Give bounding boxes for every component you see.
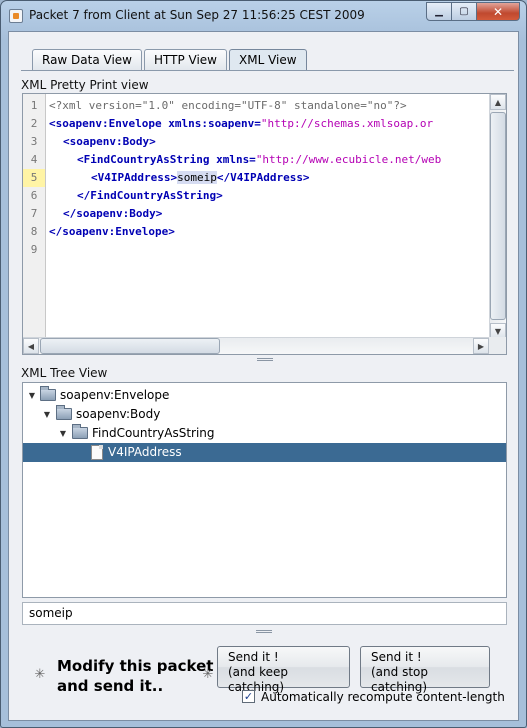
button-label-line-1: Send it ! [228, 650, 279, 664]
tree-node-body[interactable]: ▼ soapenv:Body [23, 405, 506, 424]
minimize-icon: ▁ [435, 6, 443, 17]
node-value-field[interactable]: someip [22, 602, 507, 625]
line-number: 3 [30, 135, 38, 148]
modify-line-1: Modify this packet [57, 657, 214, 675]
send-keep-catching-button[interactable]: Send it ! (and keep catching) [217, 646, 350, 694]
body-open-tag: <soapenv:Body> [63, 135, 156, 148]
line-number-gutter: 1 2 3 4 5 6 7 8 9 [23, 94, 46, 339]
tree-node-label: soapenv:Envelope [60, 388, 170, 402]
ip-close-tag: </V4IPAddress> [216, 171, 310, 184]
editor-vertical-scrollbar[interactable]: ▲ ▼ [489, 94, 506, 339]
file-icon [91, 445, 103, 460]
tab-divider [21, 70, 514, 71]
auto-recompute-label[interactable]: Automatically recompute content-length [261, 690, 505, 704]
find-country-open-tag: <FindCountryAsString xmlns= [77, 153, 256, 166]
splitter-grip-icon [256, 358, 273, 361]
line-number: 6 [30, 189, 38, 202]
bottom-splitter[interactable] [9, 629, 518, 635]
body-close-tag: </soapenv:Body> [63, 207, 163, 220]
expand-toggle-icon[interactable]: ▼ [27, 386, 37, 405]
tree-node-v4ipaddress[interactable]: V4IPAddress [23, 443, 506, 462]
auto-recompute-checkbox[interactable]: ✓ [242, 690, 255, 703]
line-number: 1 [30, 99, 38, 112]
folder-icon [72, 424, 88, 439]
xml-code-area[interactable]: <?xml version="1.0" encoding="UTF-8" sta… [47, 94, 489, 339]
tab-raw-data-view[interactable]: Raw Data View [32, 49, 142, 71]
code-line-8: </soapenv:Envelope> [49, 223, 175, 241]
find-country-namespace: "http://www.ecubicle.net/web [255, 153, 442, 166]
line-number: 8 [30, 225, 38, 238]
minimize-button[interactable]: ▁ [426, 2, 452, 21]
packet-window: Packet 7 from Client at Sun Sep 27 11:56… [0, 0, 527, 728]
tree-node-envelope[interactable]: ▼ soapenv:Envelope [23, 386, 506, 405]
scroll-up-button[interactable]: ▲ [490, 94, 506, 110]
code-line-1: <?xml version="1.0" encoding="UTF-8" sta… [49, 97, 407, 115]
line-number: 9 [30, 243, 38, 256]
code-line-3: <soapenv:Body> [63, 133, 156, 151]
code-line-6: </FindCountryAsString> [77, 187, 223, 205]
modify-line-2: and send it.. [57, 677, 164, 695]
editor-tree-splitter[interactable] [22, 357, 507, 363]
maximize-button[interactable]: ▢ [452, 2, 477, 21]
code-line-2: <soapenv:Envelope xmlns:soapenv="http://… [49, 115, 433, 133]
pretty-print-label: XML Pretty Print view [21, 78, 149, 92]
vertical-scroll-thumb[interactable] [490, 112, 506, 320]
line-number: 4 [30, 153, 38, 166]
folder-icon [40, 386, 56, 401]
arrow-right-icon: ▶ [477, 341, 485, 351]
code-line-7: </soapenv:Body> [63, 205, 162, 223]
checkmark-icon: ✓ [243, 690, 254, 703]
envelope-open-tag: <soapenv:Envelope xmlns:soapenv= [49, 117, 261, 130]
line-number: 2 [30, 117, 38, 130]
button-label-line-1: Send it ! [371, 650, 422, 664]
scroll-corner [489, 337, 506, 354]
folder-icon [56, 405, 72, 420]
scroll-left-button[interactable]: ◀ [23, 338, 39, 354]
expand-toggle-icon[interactable]: ▼ [58, 424, 68, 443]
tree-node-find-country[interactable]: ▼ FindCountryAsString [23, 424, 506, 443]
view-tabs: Raw Data View HTTP View XML View [32, 49, 309, 71]
envelope-namespace: "http://schemas.xmlsoap.or [260, 117, 434, 130]
find-country-close-tag: </FindCountryAsString> [77, 189, 223, 202]
xml-declaration: <?xml version="1.0" encoding="UTF-8" sta… [49, 99, 407, 112]
xml-pretty-print-editor[interactable]: 1 2 3 4 5 6 7 8 9 <?xml version="1.0" en… [22, 93, 507, 355]
code-line-5: <V4IPAddress>someip</V4IPAddress> [91, 169, 310, 187]
arrow-up-icon: ▲ [494, 97, 502, 107]
busy-spinner-icon: ✳ [34, 667, 46, 682]
maximize-icon: ▢ [459, 6, 469, 17]
arrow-left-icon: ◀ [27, 341, 35, 351]
close-icon: ✕ [492, 4, 504, 19]
busy-spinner-icon: ✳ [202, 667, 214, 682]
code-line-4: <FindCountryAsString xmlns="http://www.e… [77, 151, 441, 169]
tree-node-label: soapenv:Body [76, 407, 161, 421]
horizontal-scroll-thumb[interactable] [40, 338, 220, 354]
ip-open-tag: <V4IPAddress> [91, 171, 178, 184]
window-title: Packet 7 from Client at Sun Sep 27 11:56… [29, 8, 365, 22]
line-number: 7 [30, 207, 38, 220]
editor-horizontal-scrollbar[interactable]: ◀ ▶ [23, 337, 489, 354]
line-number-current: 5 [23, 169, 45, 187]
tree-view-label: XML Tree View [21, 366, 108, 380]
scroll-right-button[interactable]: ▶ [473, 338, 489, 354]
tree-node-label: V4IPAddress [108, 445, 182, 459]
expand-toggle-icon[interactable]: ▼ [42, 405, 52, 424]
modify-packet-message: Modify this packet and send it.. [57, 656, 213, 696]
client-area: Raw Data View HTTP View XML View XML Pre… [8, 31, 519, 721]
tree-node-label: FindCountryAsString [92, 426, 215, 440]
ip-text-value: someip [177, 171, 217, 184]
title-bar[interactable]: Packet 7 from Client at Sun Sep 27 11:56… [1, 1, 526, 31]
envelope-close-tag: </soapenv:Envelope> [49, 225, 175, 238]
tab-xml-view[interactable]: XML View [229, 49, 307, 71]
window-controls: ▁ ▢ ✕ [426, 2, 520, 21]
app-icon [9, 9, 23, 23]
arrow-down-icon: ▼ [494, 326, 502, 336]
splitter-grip-icon [255, 630, 272, 633]
tab-http-view[interactable]: HTTP View [144, 49, 227, 71]
close-button[interactable]: ✕ [477, 2, 520, 21]
send-stop-catching-button[interactable]: Send it ! (and stop catching) [360, 646, 490, 694]
xml-tree-view[interactable]: ▼ soapenv:Envelope ▼ soapenv:Body ▼ Find… [22, 382, 507, 598]
